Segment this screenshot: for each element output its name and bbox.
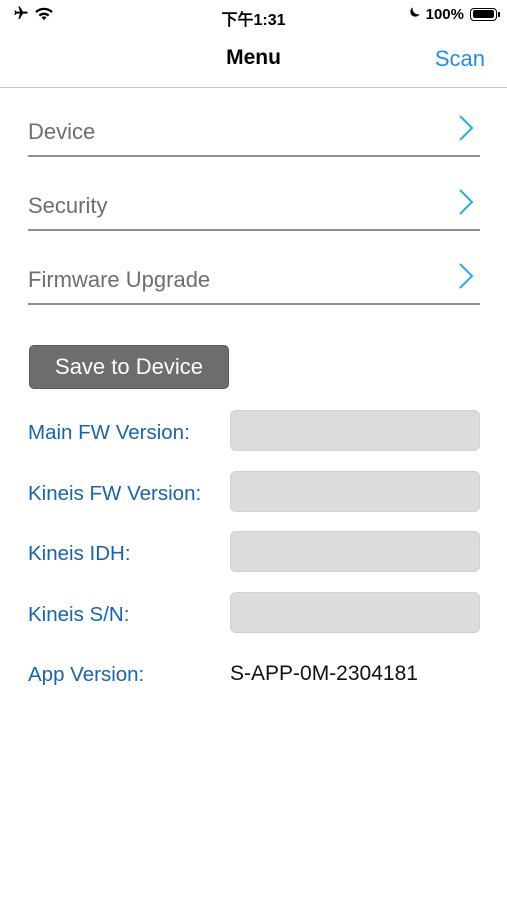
navigation-bar: Menu Scan	[0, 32, 507, 88]
save-to-device-button[interactable]: Save to Device	[29, 345, 229, 389]
chevron-right-icon	[458, 262, 474, 295]
menu-item-label: Security	[28, 193, 108, 218]
moon-icon	[408, 5, 422, 23]
scan-button[interactable]: Scan	[435, 46, 485, 72]
main-fw-version-field	[230, 410, 480, 451]
battery-level-fill	[472, 10, 494, 18]
kineis-sn-label: Kineis S/N:	[28, 603, 130, 626]
kineis-fw-version-label: Kineis FW Version:	[28, 482, 202, 505]
menu-item-security[interactable]: Security	[28, 177, 480, 231]
page-title: Menu	[226, 46, 281, 69]
battery-percent: 100%	[425, 5, 464, 23]
main-fw-version-label: Main FW Version:	[28, 421, 190, 444]
kineis-idh-label: Kineis IDH:	[28, 542, 131, 565]
kineis-idh-field	[230, 531, 480, 572]
battery-cap	[498, 11, 500, 17]
app-version-value: S-APP-0M-2304181	[230, 662, 418, 685]
menu-item-label: Firmware Upgrade	[28, 267, 211, 292]
menu-item-label: Device	[28, 119, 96, 144]
menu-screen: 下午1:31 100% Menu Scan Device Security Fi…	[0, 0, 507, 900]
chevron-right-icon	[458, 114, 474, 147]
menu-item-firmware-upgrade[interactable]: Firmware Upgrade	[28, 251, 480, 305]
battery-icon	[470, 7, 500, 21]
menu-item-device[interactable]: Device	[28, 103, 480, 157]
app-version-label: App Version:	[28, 663, 145, 686]
kineis-fw-version-field	[230, 471, 480, 512]
status-bar: 下午1:31 100%	[0, 0, 507, 32]
kineis-sn-field	[230, 592, 480, 633]
chevron-right-icon	[458, 188, 474, 221]
status-right-icons: 100%	[408, 5, 500, 23]
